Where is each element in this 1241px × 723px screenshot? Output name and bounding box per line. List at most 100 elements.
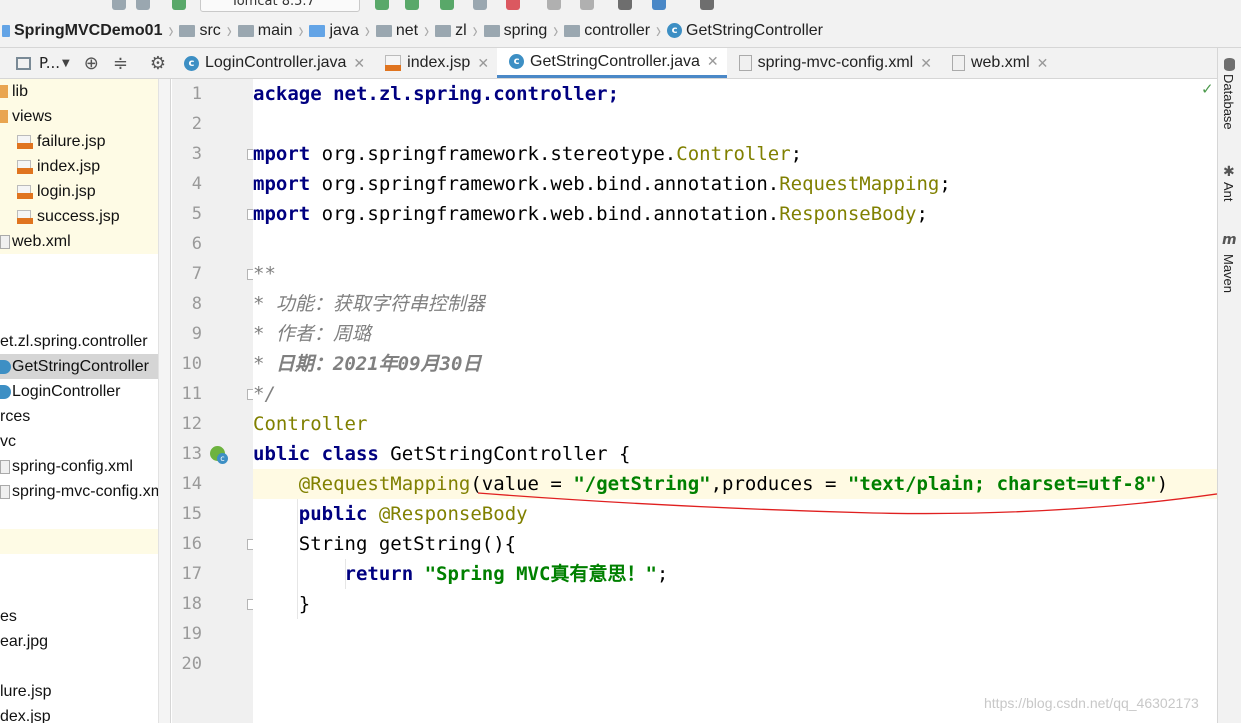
breadcrumb-net[interactable]: net [375,14,418,47]
breadcrumb-separator: › [472,17,478,44]
tree-item-index-jsp[interactable]: index.jsp [0,154,170,179]
code-editor[interactable]: ackage net.zl.spring.controller; mport o… [253,79,1217,723]
vcs-update-icon[interactable] [547,0,561,10]
main-toolbar: Tomcat 8.5.7 [0,0,1241,14]
settings-icon[interactable] [618,0,632,10]
tree-item-resources[interactable]: rces [0,404,170,429]
red-underline-annotation [477,492,1217,515]
xml-file-icon [0,235,10,249]
jsp-file-icon [17,185,33,199]
breadcrumb-project[interactable]: SpringMVCDemo01 [2,14,162,47]
line-number: 19 [181,624,202,644]
redo-icon[interactable] [136,0,150,10]
line-number: 2 [191,114,202,134]
tree-item-getstringcontroller[interactable]: GetStringController [0,354,170,379]
code-line-1: ackage net.zl.spring.controller; [253,83,620,105]
tree-item-images[interactable]: es [0,604,170,629]
tab-index-jsp[interactable]: index.jsp ✕ [373,48,497,78]
tree-item-web-xml[interactable]: web.xml [0,229,170,254]
breadcrumb-controller[interactable]: controller [564,14,650,47]
code-line-17: return "Spring MVC真有意思！"; [344,563,669,585]
run-icon[interactable] [375,0,389,10]
locate-file-icon[interactable]: ⊕ [84,53,99,74]
close-icon[interactable]: ✕ [1037,55,1049,72]
tab-spring-mvc-config-xml[interactable]: spring-mvc-config.xml ✕ [727,48,940,78]
tree-item-login-jsp[interactable]: login.jsp [0,179,170,204]
search-everywhere-icon[interactable] [700,0,714,10]
breadcrumb-zl[interactable]: zl [435,14,467,47]
breadcrumb-java[interactable]: java [309,14,359,47]
collapse-all-icon[interactable]: ≑ [113,53,128,74]
tree-item-success-jsp[interactable]: success.jsp [0,204,170,229]
tree-item-controller-package[interactable]: et.zl.spring.controller [0,329,170,354]
class-icon [0,360,11,374]
breadcrumb-src[interactable]: src [179,14,221,47]
tab-web-xml[interactable]: web.xml ✕ [940,48,1056,78]
chevron-down-icon[interactable]: ▼ [62,58,70,69]
undo-icon[interactable] [112,0,126,10]
tree-item-index-jsp-2[interactable]: dex.jsp [0,704,170,723]
debug-icon[interactable] [405,0,419,10]
tree-item-failure-jsp-2[interactable]: lure.jsp [0,679,170,704]
build-icon[interactable] [172,0,186,10]
tab-getstringcontroller[interactable]: c GetStringController.java ✕ [497,48,727,78]
tree-item-mvc[interactable]: vc [0,429,170,454]
xml-file-icon [0,460,10,474]
breadcrumb-separator: › [364,17,370,44]
tree-item-logincontroller[interactable]: LoginController [0,379,170,404]
project-structure-icon[interactable] [652,0,666,10]
line-number: 3 [191,144,202,164]
ant-tool-button[interactable]: Ant [1221,182,1236,202]
close-icon[interactable]: ✕ [353,55,365,72]
run-configuration-selector[interactable]: Tomcat 8.5.7 [200,0,360,12]
jsp-file-icon [17,135,33,149]
breadcrumb-main[interactable]: main [237,14,292,47]
code-line-13: ublic class GetStringController { [253,443,631,465]
folder-icon [179,25,196,37]
database-icon [1224,58,1235,71]
maven-tool-button[interactable]: Maven [1221,254,1236,293]
code-line-18: } [298,593,311,615]
watermark-text: https://blog.csdn.net/qq_46302173 [984,695,1199,711]
tree-item-spring-mvc-config-xml[interactable]: spring-mvc-config.xml [0,479,170,504]
vcs-commit-icon[interactable] [580,0,594,10]
editor-gutter[interactable]: 1 2 3 4 5 6 7 8 9 10 11 12 13 14 15 16 1… [172,79,258,723]
project-view-selector[interactable]: P... [39,54,60,72]
stop-icon[interactable] [506,0,520,10]
profile-icon[interactable] [473,0,487,10]
project-view-icon[interactable] [16,56,31,70]
code-line-3: mport org.springframework.stereotype.Con… [253,143,803,165]
class-icon: c [667,23,683,38]
tree-item-spring-config-xml[interactable]: spring-config.xml [0,454,170,479]
class-gutter-icon: c [217,453,228,464]
xml-file-icon [0,485,10,499]
jsp-file-icon [385,55,402,71]
coverage-icon[interactable] [440,0,454,10]
editor-tab-bar: c LoginController.java ✕ index.jsp ✕ c G… [172,48,1217,79]
line-number: 15 [181,504,202,524]
close-icon[interactable]: ✕ [707,53,719,70]
database-tool-button[interactable]: Database [1221,74,1236,130]
breadcrumb-class[interactable]: c GetStringController [667,14,823,47]
tree-item-bear-jpg[interactable]: ear.jpg [0,629,170,654]
code-line-16: String getString(){ [298,533,517,555]
tab-logincontroller[interactable]: c LoginController.java ✕ [172,48,373,78]
gear-icon[interactable]: ⚙ [150,53,166,74]
project-tree: lib views failure.jsp index.jsp login.js… [0,79,171,723]
package-icon [564,25,581,37]
line-number: 14 [181,474,202,494]
line-number: 10 [181,354,202,374]
tree-item-failure-jsp[interactable]: failure.jsp [0,129,170,154]
tree-item-empty [0,529,170,554]
close-icon[interactable]: ✕ [477,55,489,72]
breadcrumb-separator: › [168,17,174,44]
project-tree-scrollbar[interactable] [158,79,170,723]
jsp-file-icon [17,160,33,174]
code-line-4: mport org.springframework.web.bind.annot… [253,173,951,195]
line-number: 9 [191,324,202,344]
tree-item-views[interactable]: views [0,104,170,129]
close-icon[interactable]: ✕ [920,55,932,72]
code-line-11: */ [253,383,276,405]
tree-item-lib[interactable]: lib [0,79,170,104]
breadcrumb-spring[interactable]: spring [483,14,547,47]
